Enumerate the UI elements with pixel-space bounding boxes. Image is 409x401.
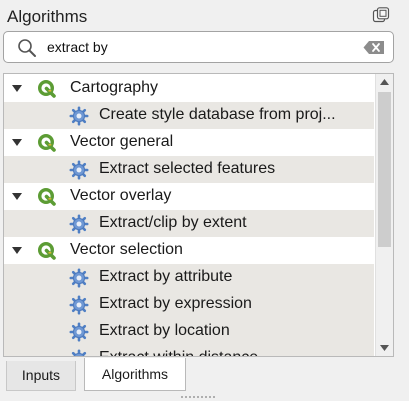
tree-group-vector-selection[interactable]: Vector selection <box>4 237 374 264</box>
gear-icon <box>69 295 89 315</box>
tree-item-label: Extract within distance <box>99 349 374 356</box>
scroll-down-arrow-icon[interactable] <box>376 339 393 356</box>
tree-item-create-style-database[interactable]: Create style database from proj... <box>4 102 374 129</box>
tree-item-label: Extract/clip by extent <box>99 214 247 231</box>
algorithm-tree[interactable]: Cartography Create style database from p… <box>3 73 394 357</box>
tree-group-vector-general[interactable]: Vector general <box>4 129 374 156</box>
tree-group-vector-overlay[interactable]: Vector overlay <box>4 183 374 210</box>
gear-icon <box>69 268 89 288</box>
search-box[interactable] <box>3 31 394 63</box>
tab-inputs[interactable]: Inputs <box>6 361 76 391</box>
tree-item-extract-by-expression[interactable]: Extract by expression <box>4 291 374 318</box>
tree-item-extract-within-distance[interactable]: Extract within distance <box>4 345 374 357</box>
float-icon[interactable] <box>372 7 390 25</box>
gear-icon <box>69 160 89 180</box>
gear-icon <box>69 349 89 357</box>
qgis-logo-icon <box>37 79 57 99</box>
panel-title: Algorithms <box>7 7 88 26</box>
tree-group-label: Cartography <box>70 79 159 96</box>
gear-icon <box>69 106 89 126</box>
tree-group-cartography[interactable]: Cartography <box>4 75 374 102</box>
tree-item-label: Extract by attribute <box>99 268 233 285</box>
resize-grip-icon[interactable] <box>180 395 216 399</box>
scroll-up-arrow-icon[interactable] <box>376 74 393 91</box>
expand-arrow-icon[interactable] <box>11 138 23 147</box>
tree-item-extract-selected-features[interactable]: Extract selected features <box>4 156 374 183</box>
qgis-logo-icon <box>37 241 57 261</box>
expand-arrow-icon[interactable] <box>11 84 23 93</box>
tree-item-label: Create style database from proj... <box>99 106 336 123</box>
tree-item-extract-clip-by-extent[interactable]: Extract/clip by extent <box>4 210 374 237</box>
search-icon <box>18 39 36 57</box>
tree-scrollbar[interactable] <box>375 74 393 356</box>
tree-group-label: Vector overlay <box>70 187 172 204</box>
expand-arrow-icon[interactable] <box>11 192 23 201</box>
tree-item-label: Extract by expression <box>99 295 252 312</box>
gear-icon <box>69 214 89 234</box>
expand-arrow-icon[interactable] <box>11 246 23 255</box>
panel-title-bar: Algorithms <box>0 0 409 32</box>
gear-icon <box>69 322 89 342</box>
tree-item-extract-by-attribute[interactable]: Extract by attribute <box>4 264 374 291</box>
tree-item-extract-by-location[interactable]: Extract by location <box>4 318 374 345</box>
scrollbar-thumb[interactable] <box>378 92 391 247</box>
clear-icon[interactable] <box>363 40 385 55</box>
tree-group-label: Vector general <box>70 133 174 150</box>
tab-algorithms[interactable]: Algorithms <box>84 358 186 391</box>
qgis-logo-icon <box>37 187 57 207</box>
tree-item-label: Extract selected features <box>99 160 276 177</box>
search-input[interactable] <box>47 37 347 57</box>
tree-item-label: Extract by location <box>99 322 230 339</box>
qgis-logo-icon <box>37 133 57 153</box>
tree-group-label: Vector selection <box>70 241 183 258</box>
